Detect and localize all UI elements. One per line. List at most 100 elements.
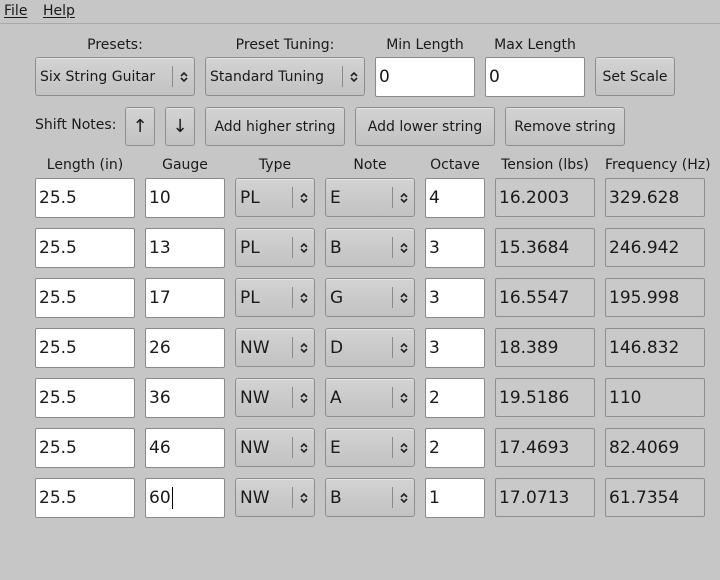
menu-file[interactable]: File (4, 3, 27, 19)
presets-select[interactable]: Six String Guitar (35, 57, 195, 96)
updown-arrow-icon (393, 229, 414, 266)
type-value: PL (240, 287, 260, 308)
gauge-input[interactable]: 13 (145, 228, 225, 268)
tension-value: 17.0713 (495, 478, 595, 517)
type-value: PL (240, 187, 260, 208)
octave-input[interactable]: 2 (425, 428, 485, 468)
type-value: PL (240, 237, 260, 258)
gauge-input[interactable]: 26 (145, 328, 225, 368)
length-input[interactable]: 25.5 (35, 328, 135, 368)
max-length-label: Max Length (494, 37, 576, 53)
tension-value: 17.4693 (495, 428, 595, 467)
type-select[interactable]: NW (235, 328, 315, 367)
tension-value: 19.5186 (495, 378, 595, 417)
gauge-value: 17 (149, 288, 171, 308)
gauge-input[interactable]: 17 (145, 278, 225, 318)
octave-input[interactable]: 3 (425, 228, 485, 268)
length-input[interactable]: 25.5 (35, 428, 135, 468)
gauge-input[interactable]: 36 (145, 378, 225, 418)
note-select[interactable]: E (325, 178, 415, 217)
note-select[interactable]: D (325, 328, 415, 367)
tension-value: 18.389 (495, 328, 595, 367)
frequency-value: 246.942 (605, 228, 705, 267)
gauge-input[interactable]: 46 (145, 428, 225, 468)
updown-arrow-icon (393, 179, 414, 216)
preset-tuning-label: Preset Tuning: (235, 37, 335, 53)
arrow-down-icon: ↓ (172, 116, 188, 137)
min-length-label: Min Length (386, 37, 464, 53)
note-value: G (330, 287, 344, 308)
preset-tuning-select[interactable]: Standard Tuning (205, 57, 365, 96)
octave-input[interactable]: 1 (425, 478, 485, 518)
set-scale-button[interactable]: Set Scale (595, 57, 675, 96)
header-tension: Tension (lbs) (501, 157, 589, 173)
note-select[interactable]: G (325, 278, 415, 317)
header-frequency: Frequency (Hz) (605, 157, 711, 173)
max-length-input[interactable]: 0 (485, 57, 585, 97)
length-input[interactable]: 25.5 (35, 478, 135, 518)
type-select[interactable]: PL (235, 228, 315, 267)
menu-bar: File Help (0, 0, 720, 24)
type-select[interactable]: NW (235, 428, 315, 467)
note-select[interactable]: B (325, 478, 415, 517)
note-select[interactable]: A (325, 378, 415, 417)
updown-arrow-icon (293, 329, 314, 366)
frequency-value: 329.628 (605, 178, 705, 217)
length-input[interactable]: 25.5 (35, 278, 135, 318)
octave-input[interactable]: 2 (425, 378, 485, 418)
updown-arrow-icon (173, 58, 194, 95)
tension-value: 16.5547 (495, 278, 595, 317)
menu-help[interactable]: Help (43, 3, 75, 19)
note-select[interactable]: B (325, 228, 415, 267)
gauge-input[interactable]: 10 (145, 178, 225, 218)
add-higher-string-button[interactable]: Add higher string (205, 107, 345, 146)
presets-label: Presets: (87, 37, 143, 53)
frequency-value: 61.7354 (605, 478, 705, 517)
header-type: Type (258, 157, 292, 173)
updown-arrow-icon (293, 179, 314, 216)
note-value: A (330, 387, 342, 408)
frequency-value: 82.4069 (605, 428, 705, 467)
octave-input[interactable]: 3 (425, 278, 485, 318)
header-length: Length (in) (46, 157, 124, 173)
gauge-value: 46 (149, 438, 171, 458)
note-value: E (330, 437, 341, 458)
arrow-up-icon: ↑ (132, 116, 148, 137)
type-select[interactable]: NW (235, 478, 315, 517)
note-value: B (330, 487, 342, 508)
remove-string-button[interactable]: Remove string (505, 107, 625, 146)
type-value: NW (240, 387, 270, 408)
shift-up-button[interactable]: ↑ (125, 107, 155, 146)
note-select[interactable]: E (325, 428, 415, 467)
length-input[interactable]: 25.5 (35, 178, 135, 218)
shift-notes-label: Shift Notes: (35, 117, 117, 133)
type-select[interactable]: NW (235, 378, 315, 417)
type-value: NW (240, 487, 270, 508)
add-lower-string-button[interactable]: Add lower string (355, 107, 495, 146)
updown-arrow-icon (343, 58, 364, 95)
length-input[interactable]: 25.5 (35, 228, 135, 268)
gauge-value: 36 (149, 388, 171, 408)
text-cursor (171, 487, 174, 509)
gauge-value: 13 (149, 238, 171, 258)
preset-tuning-value: Standard Tuning (210, 68, 324, 85)
tension-value: 15.3684 (495, 228, 595, 267)
presets-value: Six String Guitar (40, 68, 156, 85)
updown-arrow-icon (293, 229, 314, 266)
tension-value: 16.2003 (495, 178, 595, 217)
frequency-value: 110 (605, 378, 705, 417)
octave-input[interactable]: 3 (425, 328, 485, 368)
updown-arrow-icon (293, 479, 314, 516)
gauge-input[interactable]: 60 (145, 478, 225, 518)
updown-arrow-icon (393, 479, 414, 516)
shift-down-button[interactable]: ↓ (165, 107, 195, 146)
gauge-value: 60 (149, 488, 171, 508)
frequency-value: 146.832 (605, 328, 705, 367)
header-gauge: Gauge (162, 157, 208, 173)
length-input[interactable]: 25.5 (35, 378, 135, 418)
min-length-input[interactable]: 0 (375, 57, 475, 97)
type-value: NW (240, 337, 270, 358)
octave-input[interactable]: 4 (425, 178, 485, 218)
type-select[interactable]: PL (235, 178, 315, 217)
type-select[interactable]: PL (235, 278, 315, 317)
